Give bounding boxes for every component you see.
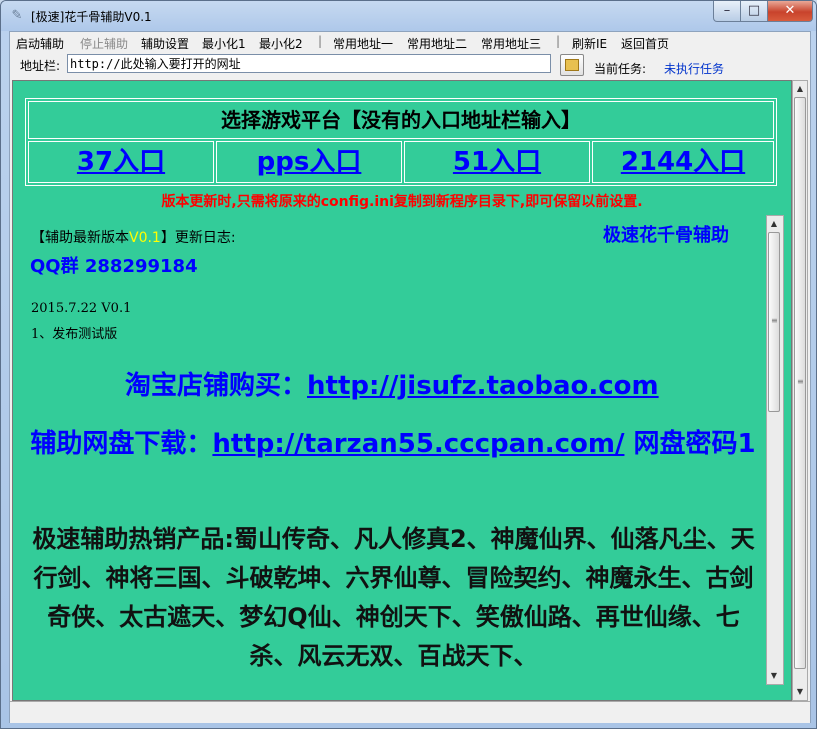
qq-group: QQ群 288299184 xyxy=(30,256,198,277)
scroll-up-arrow-icon[interactable]: ▲ xyxy=(793,81,807,97)
title-bar[interactable]: ✎ [极速]花千骨辅助V0.1 – □ ✕ xyxy=(1,1,816,31)
menu-bar: 启动辅助 停止辅助 辅助设置 最小化1 最小化2 | 常用地址一 常用地址二 常… xyxy=(10,32,810,52)
changelog-prefix: 【辅助最新版本 xyxy=(31,230,129,246)
close-button[interactable]: ✕ xyxy=(767,1,813,22)
update-notice: 版本更新时,只需将原来的config.ini复制到新程序目录下,即可保留以前设置… xyxy=(161,194,643,210)
menu-refresh-ie[interactable]: 刷新IE xyxy=(572,35,607,52)
menu-minimize-2[interactable]: 最小化2 xyxy=(259,35,303,52)
entry-link-pps[interactable]: pps入口 xyxy=(216,141,402,183)
window-title: [极速]花千骨辅助V0.1 xyxy=(31,10,152,24)
entry-link-51[interactable]: 51入口 xyxy=(404,141,590,183)
web-content: 选择游戏平台【没有的入口地址栏输入】 37入口 pps入口 51入口 2144入… xyxy=(12,80,792,701)
scroll-up-arrow-icon[interactable]: ▲ xyxy=(767,216,781,232)
scroll-thumb[interactable]: ≡ xyxy=(768,232,780,412)
changelog-suffix: 】更新日志: xyxy=(160,230,236,246)
changelog-frame: 【辅助最新版本V0.1】更新日志: 极速花千骨辅助 QQ群 288299184 … xyxy=(20,215,786,693)
netdisk-label: 辅助网盘下载： xyxy=(30,429,213,459)
status-bar xyxy=(10,701,810,723)
brand-title: 极速花千骨辅助 xyxy=(603,225,729,246)
folder-go-icon xyxy=(565,59,579,71)
taobao-label: 淘宝店铺购买： xyxy=(125,371,308,401)
current-task-label: 当前任务: xyxy=(594,62,647,76)
go-button[interactable] xyxy=(560,54,584,76)
menu-separator: | xyxy=(318,34,323,48)
menu-helper-settings[interactable]: 辅助设置 xyxy=(141,35,189,52)
changelog-scrollbar[interactable]: ▲ ≡ ▼ xyxy=(766,215,784,685)
entry-link-37[interactable]: 37入口 xyxy=(28,141,214,183)
menu-return-home[interactable]: 返回首页 xyxy=(621,35,669,52)
taobao-shop: 淘宝店铺购买：http://jisufz.taobao.com xyxy=(125,365,659,402)
app-window: ✎ [极速]花千骨辅助V0.1 – □ ✕ 启动辅助 停止辅助 辅助设置 最小化… xyxy=(0,0,817,729)
netdisk-password: 网盘密码1 xyxy=(624,429,756,459)
menu-minimize-1[interactable]: 最小化1 xyxy=(202,35,246,52)
taobao-link[interactable]: http://jisufz.taobao.com xyxy=(307,371,659,401)
address-bar: 地址栏: 当前任务: 未执行任务 xyxy=(10,52,810,78)
netdisk-download: 辅助网盘下载：http://tarzan55.cccpan.com/ 网盘密码1 xyxy=(20,425,766,463)
address-input[interactable] xyxy=(67,54,551,73)
menu-common-address-3[interactable]: 常用地址三 xyxy=(481,35,541,52)
menu-start-helper[interactable]: 启动辅助 xyxy=(16,35,64,52)
grip-icon: ≡ xyxy=(771,316,778,325)
menu-stop-helper[interactable]: 停止辅助 xyxy=(80,35,128,52)
maximize-button[interactable]: □ xyxy=(740,1,768,22)
changelog-entry: 2015.7.22 V0.1 xyxy=(31,301,132,316)
menu-common-address-2[interactable]: 常用地址二 xyxy=(407,35,467,52)
scroll-thumb[interactable]: ≡ xyxy=(794,97,806,669)
changelog-version: V0.1 xyxy=(129,230,161,246)
netdisk-link[interactable]: http://tarzan55.cccpan.com/ xyxy=(212,429,624,459)
menu-separator: | xyxy=(556,34,561,48)
platform-table-header: 选择游戏平台【没有的入口地址栏输入】 xyxy=(28,101,774,139)
changelog-entry: 1、发布测试版 xyxy=(31,327,118,342)
scroll-down-arrow-icon[interactable]: ▼ xyxy=(793,684,807,700)
address-label: 地址栏: xyxy=(20,59,61,73)
menu-common-address-1[interactable]: 常用地址一 xyxy=(333,35,393,52)
changelog-title: 【辅助最新版本V0.1】更新日志: xyxy=(31,227,236,247)
hot-products-text: 极速辅助热销产品:蜀山传奇、凡人修真2、神魔仙界、仙落凡尘、天行剑、神将三国、斗… xyxy=(32,525,755,670)
platform-table: 选择游戏平台【没有的入口地址栏输入】 37入口 pps入口 51入口 2144入… xyxy=(25,98,777,186)
current-task-value: 未执行任务 xyxy=(664,62,725,76)
minimize-button[interactable]: – xyxy=(713,1,741,22)
entry-link-2144[interactable]: 2144入口 xyxy=(592,141,774,183)
app-logo-icon: ✎ xyxy=(11,8,23,23)
scroll-down-arrow-icon[interactable]: ▼ xyxy=(767,668,781,684)
page-scrollbar[interactable]: ▲ ≡ ▼ xyxy=(792,80,808,701)
client-area: 启动辅助 停止辅助 辅助设置 最小化1 最小化2 | 常用地址一 常用地址二 常… xyxy=(9,31,811,723)
grip-icon: ≡ xyxy=(797,377,804,386)
